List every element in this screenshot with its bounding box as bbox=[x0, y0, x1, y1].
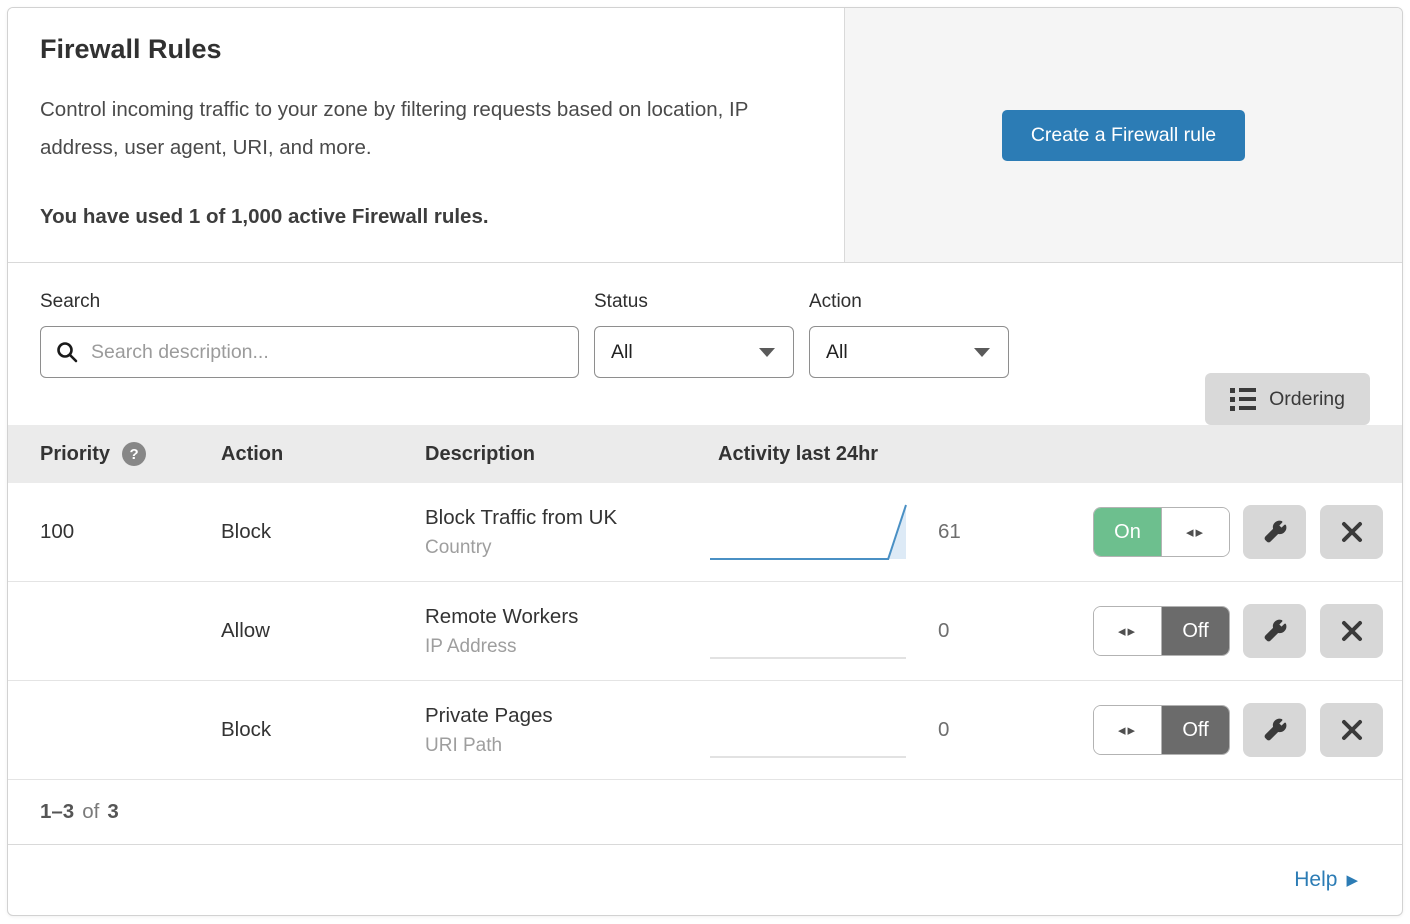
rule-enabled-toggle[interactable]: Off ◂▸ bbox=[1093, 606, 1230, 656]
close-icon bbox=[1340, 619, 1364, 643]
delete-rule-button[interactable] bbox=[1320, 505, 1383, 559]
column-action: Action bbox=[189, 443, 393, 466]
rule-enabled-toggle[interactable]: On ◂▸ bbox=[1093, 507, 1230, 557]
intro-panel: Firewall Rules Control incoming traffic … bbox=[8, 8, 845, 262]
search-input[interactable] bbox=[40, 326, 579, 378]
action-label: Action bbox=[809, 291, 1009, 313]
activity-count: 0 bbox=[886, 718, 1073, 742]
filter-bar: Search Status All Action All bbox=[8, 263, 1402, 425]
table-row: Allow Remote Workers IP Address 0 Off ◂▸ bbox=[8, 582, 1402, 681]
pagination-bar: 1–3 of 3 bbox=[8, 780, 1402, 844]
rule-description: Remote Workers bbox=[425, 605, 676, 629]
toggle-knob-icon: ◂▸ bbox=[1094, 706, 1162, 754]
edit-rule-button[interactable] bbox=[1243, 604, 1306, 658]
activity-sparkline bbox=[708, 502, 908, 562]
firewall-rules-card: Firewall Rules Control incoming traffic … bbox=[7, 7, 1403, 916]
rule-description: Block Traffic from UK bbox=[425, 506, 676, 530]
ordering-button[interactable]: Ordering bbox=[1205, 373, 1370, 425]
card-footer: Help ▶ bbox=[8, 844, 1402, 915]
search-group: Search bbox=[40, 291, 579, 425]
action-select[interactable]: All bbox=[809, 326, 1009, 378]
activity-count: 61 bbox=[886, 520, 1073, 544]
toggle-knob-icon: ◂▸ bbox=[1094, 607, 1162, 655]
page-title: Firewall Rules bbox=[40, 34, 812, 65]
search-icon bbox=[55, 340, 79, 364]
activity-sparkline bbox=[708, 601, 908, 661]
table-row: Block Private Pages URI Path 0 Off ◂▸ bbox=[8, 681, 1402, 780]
help-link-label: Help bbox=[1294, 868, 1337, 892]
table-row: 100 Block Block Traffic from UK Country … bbox=[8, 483, 1402, 582]
arrow-right-icon: ▶ bbox=[1346, 873, 1358, 888]
delete-rule-button[interactable] bbox=[1320, 703, 1383, 757]
edit-rule-button[interactable] bbox=[1243, 703, 1306, 757]
action-select-value: All bbox=[826, 341, 848, 364]
priority-help-icon[interactable]: ? bbox=[122, 442, 146, 466]
pagination-total: 3 bbox=[107, 800, 118, 824]
rule-action: Block bbox=[189, 520, 393, 544]
wrench-icon bbox=[1262, 618, 1288, 644]
rule-action: Allow bbox=[189, 619, 393, 643]
rule-match-type: IP Address bbox=[425, 636, 676, 658]
ordered-list-icon bbox=[1230, 388, 1256, 411]
rule-match-type: Country bbox=[425, 537, 676, 559]
edit-rule-button[interactable] bbox=[1243, 505, 1306, 559]
status-select[interactable]: All bbox=[594, 326, 794, 378]
rule-priority: 100 bbox=[8, 520, 189, 544]
toggle-state-label: Off bbox=[1162, 706, 1229, 754]
toggle-knob-icon: ◂▸ bbox=[1162, 508, 1229, 556]
status-label: Status bbox=[594, 291, 794, 313]
usage-note: You have used 1 of 1,000 active Firewall… bbox=[40, 205, 812, 229]
rule-action: Block bbox=[189, 718, 393, 742]
search-label: Search bbox=[40, 291, 579, 313]
table-header-row: Priority ? Action Description Activity l… bbox=[8, 425, 1402, 483]
chevron-down-icon bbox=[759, 348, 775, 357]
column-activity: Activity last 24hr bbox=[676, 443, 1073, 466]
pagination-of-label: of bbox=[82, 800, 99, 824]
activity-sparkline bbox=[708, 700, 908, 760]
delete-rule-button[interactable] bbox=[1320, 604, 1383, 658]
wrench-icon bbox=[1262, 519, 1288, 545]
status-filter-group: Status All bbox=[594, 291, 794, 425]
cta-panel: Create a Firewall rule bbox=[845, 8, 1402, 262]
chevron-down-icon bbox=[974, 348, 990, 357]
status-select-value: All bbox=[611, 341, 633, 364]
help-link[interactable]: Help ▶ bbox=[1294, 868, 1358, 892]
column-priority: Priority bbox=[40, 443, 110, 466]
column-description: Description bbox=[393, 443, 676, 466]
page-description: Control incoming traffic to your zone by… bbox=[40, 91, 810, 167]
close-icon bbox=[1340, 520, 1364, 544]
action-filter-group: Action All bbox=[809, 291, 1009, 425]
pagination-range: 1–3 bbox=[40, 800, 74, 824]
ordering-button-label: Ordering bbox=[1269, 388, 1345, 411]
header-band: Firewall Rules Control incoming traffic … bbox=[8, 8, 1402, 263]
toggle-state-label: On bbox=[1094, 508, 1162, 556]
wrench-icon bbox=[1262, 717, 1288, 743]
create-firewall-rule-button[interactable]: Create a Firewall rule bbox=[1002, 110, 1245, 161]
rule-match-type: URI Path bbox=[425, 735, 676, 757]
rule-enabled-toggle[interactable]: Off ◂▸ bbox=[1093, 705, 1230, 755]
rule-description: Private Pages bbox=[425, 704, 676, 728]
toggle-state-label: Off bbox=[1162, 607, 1229, 655]
close-icon bbox=[1340, 718, 1364, 742]
activity-count: 0 bbox=[886, 619, 1073, 643]
